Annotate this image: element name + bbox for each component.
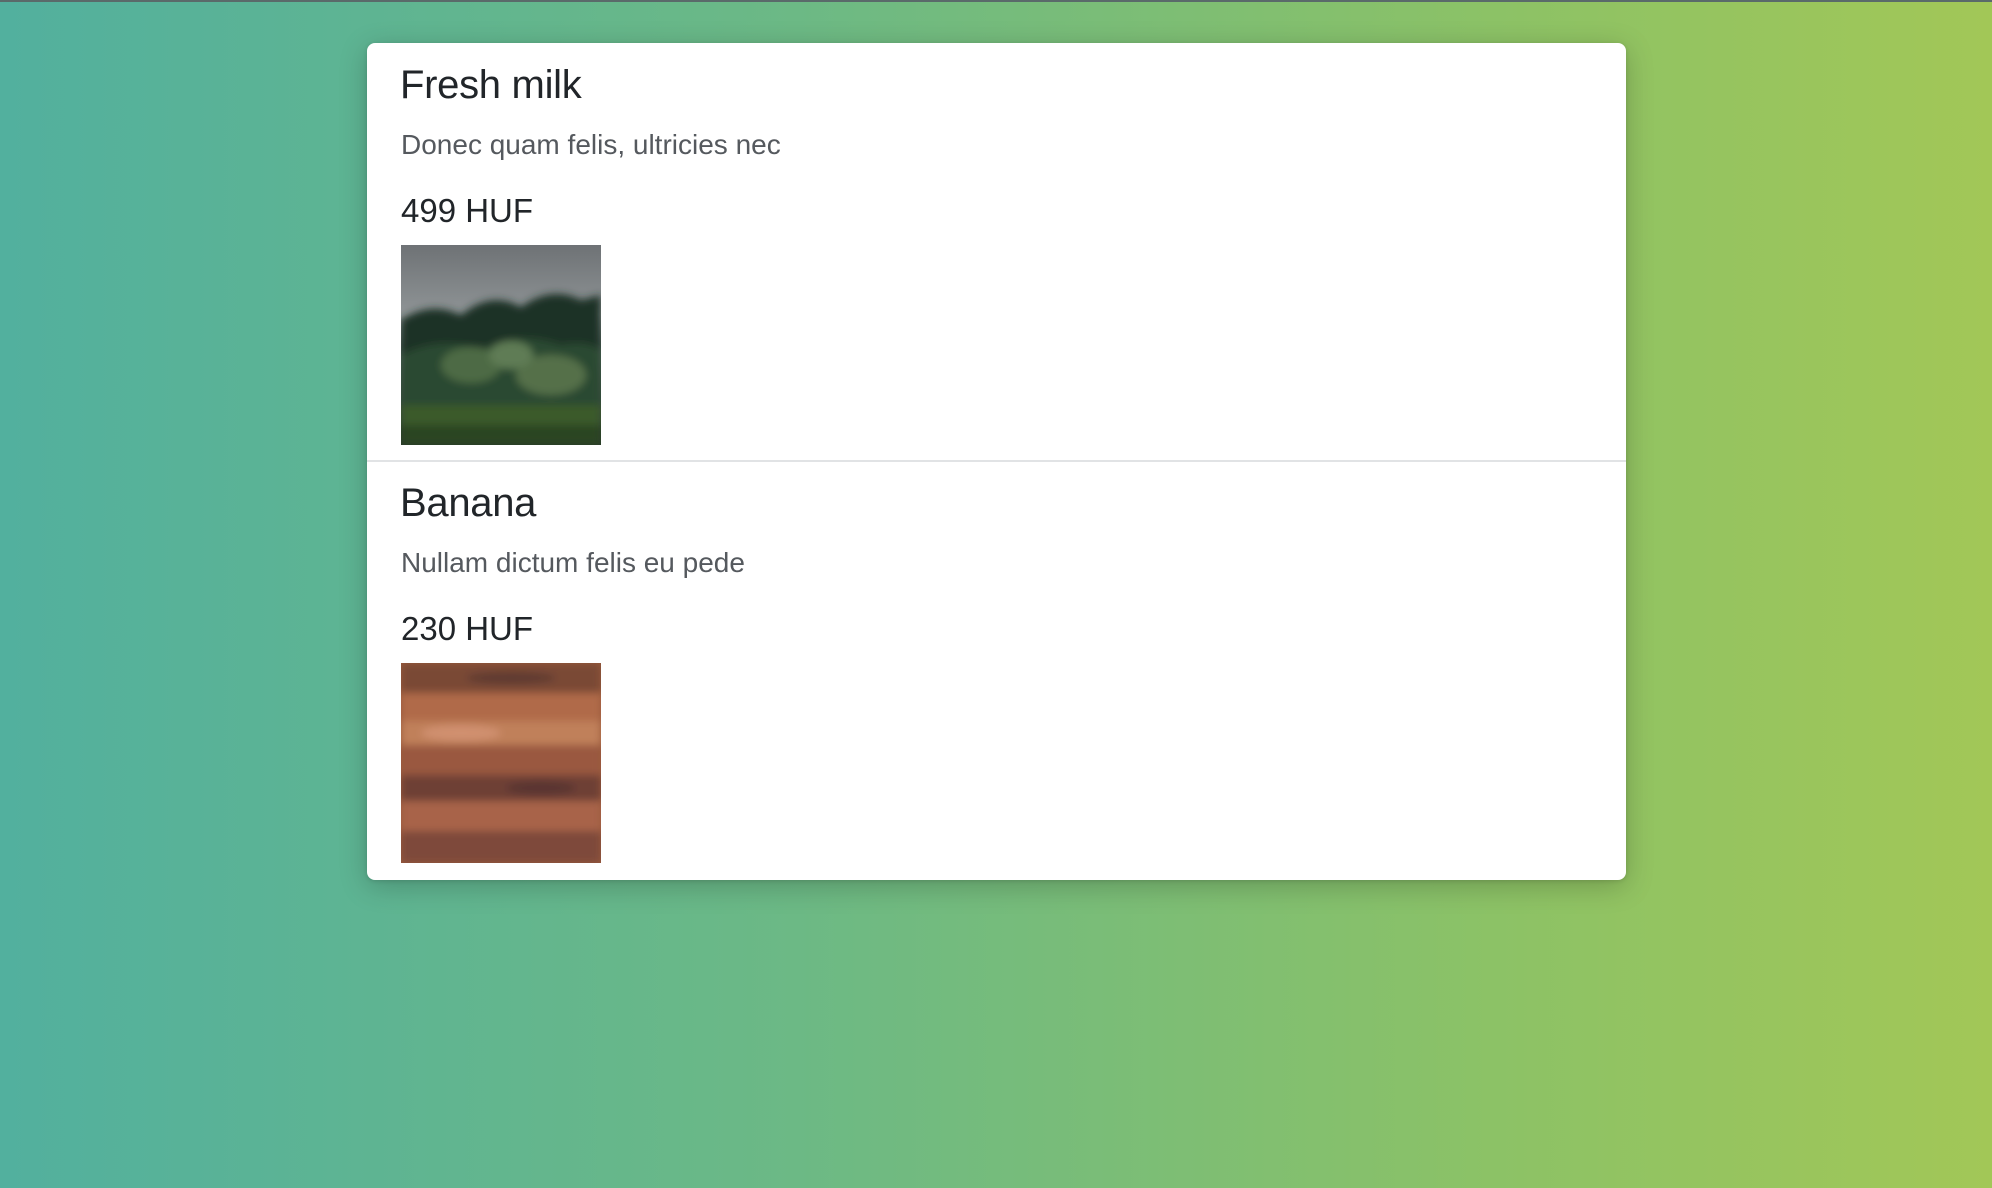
product-description: Donec quam felis, ultricies nec	[401, 129, 781, 160]
product-price: 499 HUF	[401, 192, 534, 229]
product-item-banana[interactable]: Banana Nullam dictum felis eu pede 230 H…	[367, 460, 1626, 880]
product-image-forest	[401, 245, 601, 445]
product-item-fresh-milk[interactable]: Fresh milk Donec quam felis, ultricies n…	[367, 43, 1626, 460]
product-image-wood	[401, 663, 601, 863]
product-name: Banana	[400, 481, 537, 525]
product-price: 230 HUF	[401, 610, 534, 647]
product-list-card: Fresh milk Donec quam felis, ultricies n…	[367, 43, 1626, 880]
product-description: Nullam dictum felis eu pede	[401, 547, 745, 578]
product-name: Fresh milk	[400, 63, 582, 107]
